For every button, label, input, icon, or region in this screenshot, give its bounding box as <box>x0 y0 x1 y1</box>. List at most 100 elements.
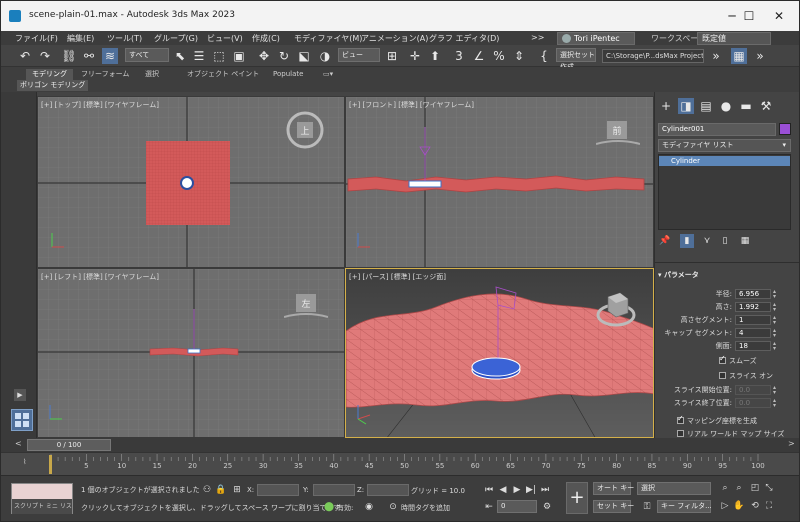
menu-edit[interactable]: 編集(E) <box>67 33 94 44</box>
menu-graph-editors[interactable]: グラフ エディタ(D) <box>429 33 499 44</box>
spinner-icon[interactable]: ▴ ▾ <box>773 385 779 396</box>
object-color-swatch[interactable] <box>779 123 791 135</box>
object-name-field[interactable]: Cylinder001 <box>658 123 776 136</box>
undo-icon[interactable]: ↶ <box>17 48 33 64</box>
go-to-start-icon[interactable]: ⏮ <box>483 484 495 496</box>
adaptive-degradation-icon[interactable]: ⬤ <box>323 501 335 513</box>
time-prev-icon[interactable]: < <box>15 439 22 448</box>
motion-tab-icon[interactable]: ● <box>718 98 734 114</box>
param-height-segments-field[interactable]: 1 <box>735 315 771 325</box>
bind-space-warp-icon[interactable]: ≋ <box>102 48 118 64</box>
field-of-view-icon[interactable]: ▷ <box>719 500 731 512</box>
orbit-icon[interactable]: ⟲ <box>749 500 761 512</box>
smooth-checkbox[interactable] <box>719 354 726 364</box>
auto-key-button[interactable]: オート キー <box>593 482 634 495</box>
modify-tab-icon[interactable]: ◨ <box>678 98 694 114</box>
stack-item-cylinder[interactable]: Cylinder <box>659 156 790 166</box>
move-icon[interactable]: ✥ <box>256 48 272 64</box>
render-setup-icon[interactable]: ▦ <box>731 48 747 64</box>
menu-more[interactable]: >> <box>531 33 544 42</box>
viewport-label-top[interactable]: [+] [トップ] [標準] [ワイヤフレーム] <box>41 100 159 110</box>
tab-selection[interactable]: 選択 <box>145 69 159 80</box>
tab-freeform[interactable]: フリーフォーム <box>81 69 129 80</box>
rect-selection-icon[interactable]: ⬚ <box>211 48 227 64</box>
menu-tools[interactable]: ツール(T) <box>107 33 142 44</box>
time-slider-handle[interactable]: 0 / 100 <box>27 439 111 451</box>
param-height-field[interactable]: 1.992 <box>735 302 771 312</box>
scale-icon[interactable]: ⬕ <box>296 48 312 64</box>
viewport-label-front[interactable]: [+] [フロント] [標準] [ワイヤフレーム] <box>349 100 474 110</box>
zoom-extents-all-icon[interactable]: ⤡ <box>763 482 775 494</box>
play-strip-icon[interactable]: ▶ <box>14 389 26 401</box>
close-button[interactable]: ✕ <box>757 1 799 31</box>
create-tab-icon[interactable]: + <box>658 98 674 114</box>
select-by-name-icon[interactable]: ☰ <box>191 48 207 64</box>
utilities-tab-icon[interactable]: ⚒ <box>758 98 774 114</box>
spinner-icon[interactable]: ▴ ▾ <box>773 289 779 300</box>
slice-to-field[interactable]: 0.0 <box>735 398 771 408</box>
tab-object-paint[interactable]: オブジェクト ペイント <box>187 69 259 80</box>
go-to-end-icon[interactable]: ⏭ <box>539 484 551 496</box>
viewport-layout-icon[interactable] <box>11 409 33 431</box>
next-frame-icon[interactable]: ▶| <box>525 484 537 496</box>
viewport-label-left[interactable]: [+] [レフト] [標準] [ワイヤフレーム] <box>41 272 159 282</box>
gen-mapping-checkbox[interactable] <box>677 414 684 424</box>
link-icon[interactable]: ⛓ <box>61 48 77 64</box>
set-key-big-icon[interactable]: + <box>566 482 588 514</box>
edit-named-selection-icon[interactable]: { <box>536 48 552 64</box>
remove-modifier-icon[interactable]: ▯ <box>718 234 732 248</box>
make-unique-icon[interactable]: ⋎ <box>700 234 714 248</box>
menu-view[interactable]: ビュー(V) <box>207 33 243 44</box>
tab-populate[interactable]: Populate <box>273 69 303 80</box>
viewport-left[interactable]: [+] [レフト] [標準] [ワイヤフレーム] 左 <box>37 268 345 438</box>
modifier-list-dropdown[interactable]: モディファイヤ リスト ▾ <box>658 139 791 152</box>
absolute-mode-icon[interactable]: ⊞ <box>231 484 243 496</box>
play-icon[interactable]: ▶ <box>511 484 523 496</box>
spinner-snap-icon[interactable]: ⇕ <box>511 48 527 64</box>
select-manipulate-icon[interactable]: ✛ <box>407 48 423 64</box>
redo-icon[interactable]: ↷ <box>37 48 53 64</box>
current-frame-field[interactable]: 0 <box>497 500 537 513</box>
time-tag-icon[interactable]: ⊙ <box>387 501 399 513</box>
menu-animation[interactable]: アニメーション(A) <box>361 33 428 44</box>
menu-modifiers[interactable]: モディファイヤ(M) <box>294 33 362 44</box>
zoom-extents-icon[interactable]: ◰ <box>749 482 761 494</box>
project-path-field[interactable]: C:\Storage\P...dsMax Project <box>602 49 704 63</box>
viewport-top[interactable]: [+] [トップ] [標準] [ワイヤフレーム] 上 <box>37 96 345 268</box>
time-slider[interactable]: < 0 / 100 > <box>1 438 799 452</box>
show-end-result-icon[interactable]: ▮ <box>680 234 694 248</box>
rotate-icon[interactable]: ↻ <box>276 48 292 64</box>
zoom-icon[interactable]: ⌕ <box>719 482 731 494</box>
window-crossing-icon[interactable]: ▣ <box>231 48 247 64</box>
realworld-checkbox[interactable] <box>677 430 684 437</box>
user-account-dropdown[interactable]: Tori iPentec <box>557 32 635 45</box>
x-coordinate-field[interactable] <box>257 484 299 496</box>
key-mode-icon[interactable]: ⇤ <box>483 501 495 513</box>
param-radius-field[interactable]: 6.956 <box>735 289 771 299</box>
selection-filter-dropdown[interactable]: すべて <box>125 48 169 62</box>
place-icon[interactable]: ◑ <box>317 48 333 64</box>
reference-coordinate-dropdown[interactable]: ビュー <box>338 48 380 62</box>
key-icon[interactable]: ⚿ <box>641 501 653 513</box>
viewcube-front-icon[interactable]: 前 <box>596 117 640 151</box>
toolbar-expand-icon[interactable]: » <box>752 48 768 64</box>
configure-sets-icon[interactable]: ▦ <box>738 234 752 248</box>
param-cap-segments-field[interactable]: 4 <box>735 328 771 338</box>
viewport-perspective[interactable]: [+] [パース] [標準] [エッジ面] <box>345 268 654 438</box>
slice-on-checkbox[interactable] <box>719 372 726 379</box>
spinner-icon[interactable]: ▴ ▾ <box>773 328 779 339</box>
viewcube-left-icon[interactable]: 左 <box>284 291 328 325</box>
track-bar[interactable]: ⌇ 5 10 15 20 25 30 35 40 45 50 55 60 65 70 75 80 85 90 95 1… <box>1 452 799 475</box>
spinner-icon[interactable]: ▴ ▾ <box>773 341 779 352</box>
time-config-icon[interactable]: ⚙ <box>541 501 553 513</box>
ribbon-options-icon[interactable]: ▭▾ <box>323 69 333 80</box>
ribbon-sub-polygon-modeling[interactable]: ポリゴン モデリング <box>17 80 89 91</box>
slice-from-field[interactable]: 0.0 <box>735 385 771 395</box>
selection-set-dropdown[interactable]: 選択 <box>637 482 711 495</box>
tab-modeling[interactable]: モデリング <box>26 69 73 80</box>
angle-snap-icon[interactable]: ∠ <box>471 48 487 64</box>
select-object-icon[interactable]: ⬉ <box>172 48 188 64</box>
workspace-dropdown[interactable]: 既定値 <box>697 32 771 45</box>
display-tab-icon[interactable]: ▬ <box>738 98 754 114</box>
pan-icon[interactable]: ✋ <box>733 500 745 512</box>
